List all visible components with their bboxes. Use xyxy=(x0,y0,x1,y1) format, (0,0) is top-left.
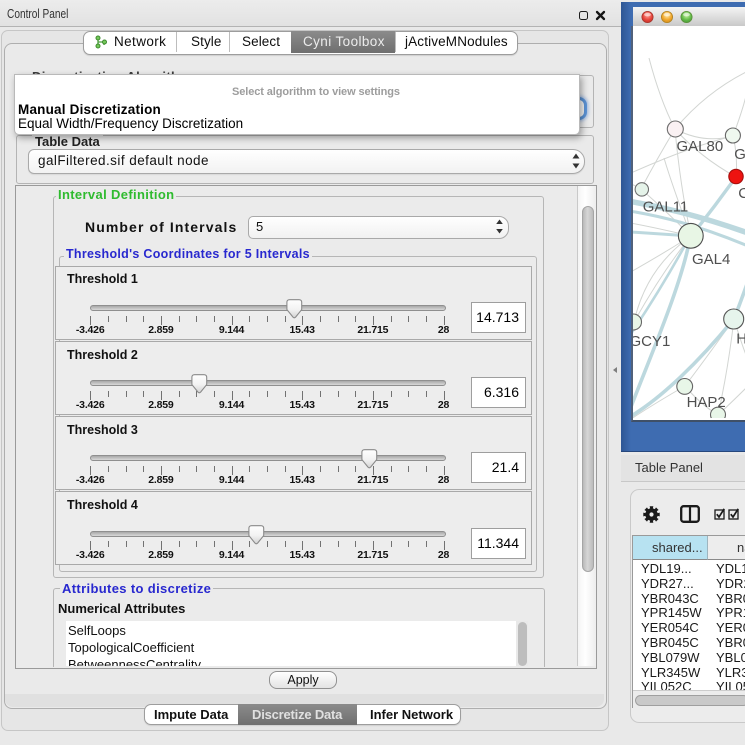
svg-text:HIS4: HIS4 xyxy=(736,331,745,348)
svg-text:GCY1: GCY1 xyxy=(633,333,670,350)
svg-text:GAL11: GAL11 xyxy=(643,199,689,216)
svg-text:HAP2: HAP2 xyxy=(687,394,726,411)
svg-text:GAL4: GAL4 xyxy=(692,251,730,268)
svg-text:GAL80: GAL80 xyxy=(677,138,724,155)
svg-text:CRP1: CRP1 xyxy=(738,185,745,202)
svg-text:GAL3: GAL3 xyxy=(734,146,745,163)
